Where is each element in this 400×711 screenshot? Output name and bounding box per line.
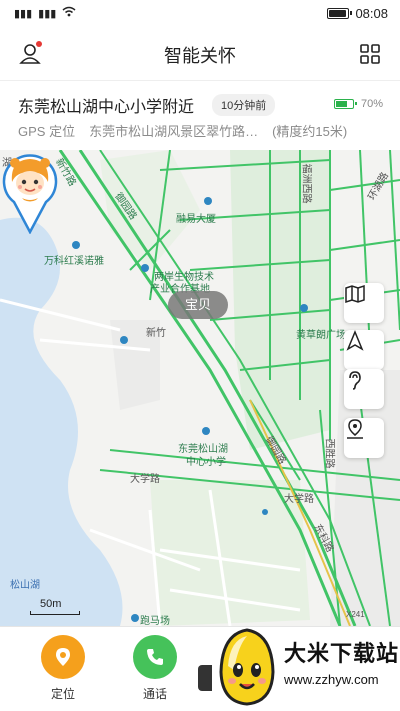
watermark-url: www.zzhyw.com bbox=[284, 672, 379, 687]
map-scale: 50m bbox=[30, 598, 80, 615]
status-bar: ▮▮▮ ▮▮▮ 08:08 bbox=[0, 0, 400, 28]
call-circle bbox=[133, 635, 177, 679]
phone-icon bbox=[147, 649, 163, 665]
scale-label: 50m bbox=[40, 598, 62, 610]
map-icon bbox=[345, 284, 365, 304]
map-label: 大学路 bbox=[284, 494, 314, 505]
locate-me-button[interactable] bbox=[344, 418, 384, 458]
map-label: 万科红溪诺雅 bbox=[44, 256, 104, 267]
menu-grid-button[interactable] bbox=[358, 42, 382, 66]
call-nav-button[interactable]: 通话 bbox=[125, 635, 185, 702]
location-pin-icon bbox=[56, 648, 70, 666]
device-battery-percent: 70% bbox=[361, 98, 384, 110]
map-label: 大学路 bbox=[130, 474, 160, 485]
signal-icon: ▮▮▮ bbox=[14, 7, 33, 20]
location-address: 东莞市松山湖风景区翠竹路… bbox=[89, 124, 259, 139]
navigate-button[interactable] bbox=[344, 330, 384, 370]
locate-nav-button[interactable]: 定位 bbox=[33, 635, 93, 702]
locate-method: GPS 定位 bbox=[18, 124, 76, 139]
lake-area bbox=[0, 217, 123, 626]
clock: 08:08 bbox=[355, 6, 388, 21]
page-title: 智能关怀 bbox=[164, 46, 236, 66]
ear-icon bbox=[349, 371, 361, 390]
grid-icon bbox=[360, 44, 380, 64]
locate-label: 定位 bbox=[50, 687, 75, 701]
locate-circle bbox=[41, 635, 85, 679]
map-label: 西胜路 bbox=[323, 438, 335, 469]
wifi-icon bbox=[62, 6, 76, 20]
watermark-title: 大米下载站 bbox=[284, 641, 400, 666]
map-label: 黄草朗广场 bbox=[296, 330, 346, 341]
location-info-panel: 东莞松山湖中心小学附近 10分钟前 70% GPS 定位 东莞市松山湖风景区翠竹… bbox=[0, 80, 400, 150]
device-battery-icon bbox=[334, 99, 357, 109]
map-label: 福洲西路 bbox=[300, 163, 312, 204]
egg-mascot-logo bbox=[219, 628, 275, 706]
app-header: 智能关怀 bbox=[0, 28, 400, 80]
map-label: 新竹 bbox=[146, 328, 166, 339]
map-label: 跑马场 bbox=[140, 616, 170, 626]
battery-icon bbox=[327, 8, 353, 19]
navigation-arrow-icon bbox=[346, 330, 364, 351]
location-meta: GPS 定位 东莞市松山湖风景区翠竹路… (精度约15米) bbox=[18, 121, 347, 140]
map-label: 融易大厦 bbox=[176, 214, 216, 225]
map-label: 中心小学 bbox=[186, 457, 226, 468]
map-layer-button[interactable] bbox=[344, 283, 384, 323]
signal-icon-2: ▮▮▮ bbox=[38, 7, 57, 20]
call-label: 通话 bbox=[142, 687, 167, 701]
map-label: X241 bbox=[346, 610, 365, 619]
location-accuracy: (精度约15米) bbox=[272, 124, 348, 139]
listen-button[interactable] bbox=[344, 369, 384, 409]
scale-bar bbox=[30, 611, 80, 615]
signal-indicators: ▮▮▮ ▮▮▮ bbox=[14, 6, 76, 20]
time-ago-badge: 10分钟前 bbox=[212, 94, 276, 116]
map-label: 松山湖 bbox=[10, 580, 40, 591]
baby-label-bubble[interactable]: 宝贝 bbox=[168, 291, 228, 319]
map-view[interactable]: 湖-1号 新竹路 御园路 融易大厦 万科红溪诺雅 两岸生物技术 产业合作基地 新… bbox=[0, 150, 400, 626]
location-place: 东莞松山湖中心小学附近 bbox=[18, 99, 195, 116]
location-marker-icon bbox=[347, 419, 363, 439]
child-location-pin[interactable] bbox=[0, 150, 60, 234]
status-right: 08:08 bbox=[327, 6, 388, 21]
watermark: 大米下载站 www.zzhyw.com bbox=[212, 628, 400, 711]
